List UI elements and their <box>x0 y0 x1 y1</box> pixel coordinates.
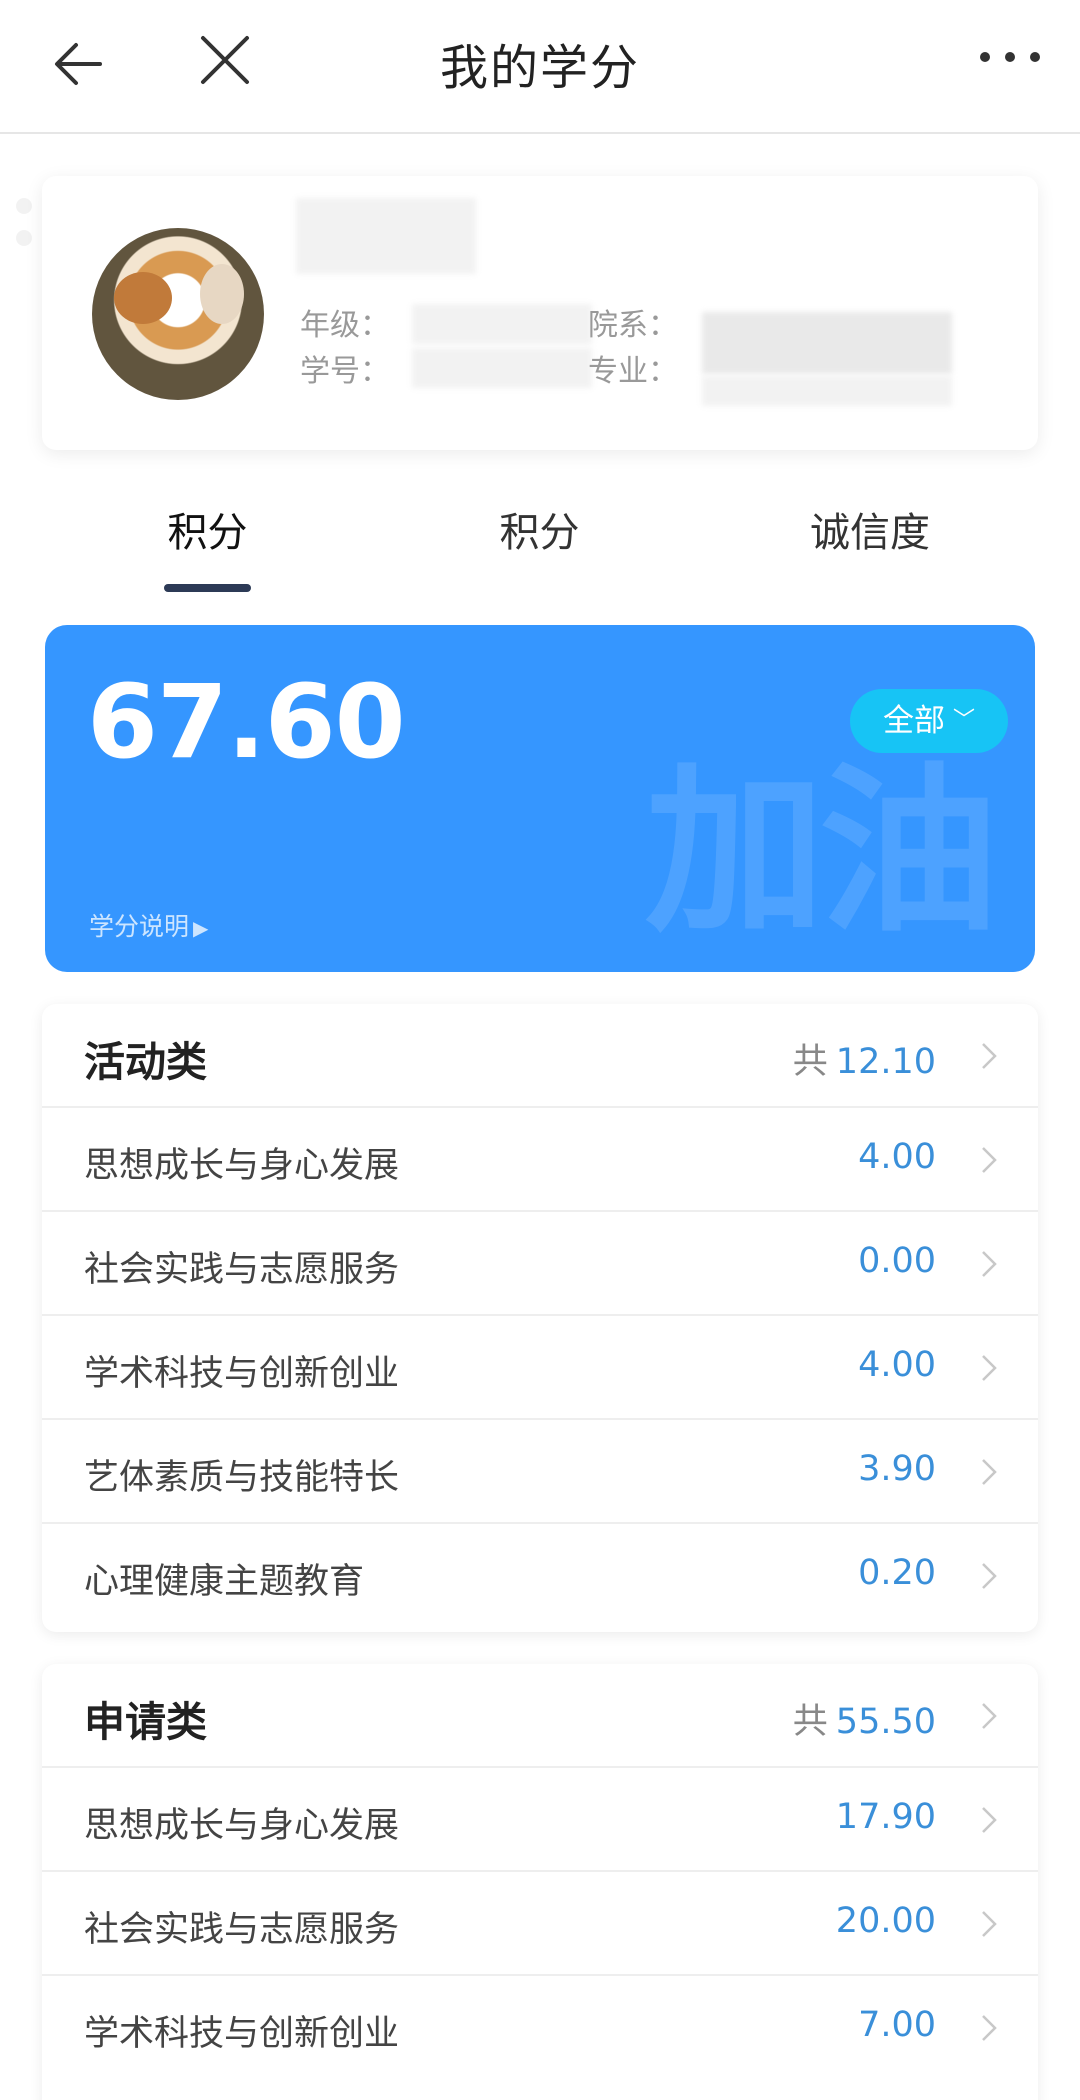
play-triangle-icon: ▶ <box>193 916 209 940</box>
item-value: 3.90 <box>858 1449 936 1489</box>
major-label: 专业： <box>588 354 678 389</box>
tab-integrity[interactable]: 诚信度 <box>770 500 970 558</box>
credit-explanation-label: 学分说明 <box>89 912 190 941</box>
section-total-value: 55.50 <box>835 1702 936 1742</box>
credit-explanation-link[interactable]: 学分说明 ▶ <box>89 907 208 943</box>
chevron-right-icon <box>982 1703 997 1729</box>
item-label: 社会实践与志愿服务 <box>84 1250 400 1290</box>
item-label: 艺体素质与技能特长 <box>84 1458 400 1498</box>
item-label: 思想成长与身心发展 <box>84 1146 400 1186</box>
section-title: 活动类 <box>84 1038 207 1086</box>
item-label: 心理健康主题教育 <box>84 1562 365 1602</box>
item-value: 4.00 <box>858 1345 936 1385</box>
department-label: 院系： <box>588 308 678 343</box>
item-label: 思想成长与身心发展 <box>84 1806 400 1846</box>
list-item[interactable]: 思想成长与身心发展 17.90 <box>42 1768 1038 1872</box>
list-item[interactable]: 学术科技与创新创业 7.00 <box>42 1976 1038 2080</box>
total-score: 67.60 <box>87 663 406 782</box>
list-item[interactable]: 思想成长与身心发展 4.00 <box>42 1108 1038 1212</box>
score-card: 加油 67.60 全部 ﹀ 学分说明 ▶ <box>45 625 1035 972</box>
chevron-right-icon <box>982 1043 997 1069</box>
section-total: 共 55.50 <box>793 1693 936 1744</box>
redacted-name <box>296 198 476 274</box>
chevron-right-icon <box>982 1911 997 1937</box>
total-prefix: 共 <box>792 1702 828 1742</box>
item-value: 17.90 <box>835 1797 936 1837</box>
chevron-down-icon: ﹀ <box>952 708 975 733</box>
redacted-department <box>702 312 952 374</box>
chevron-right-icon <box>982 1251 997 1277</box>
section-total: 共 12.10 <box>793 1033 936 1084</box>
item-label: 学术科技与创新创业 <box>84 2014 400 2054</box>
list-item[interactable]: 学术科技与创新创业 4.00 <box>42 1316 1038 1420</box>
filter-dropdown-button[interactable]: 全部 ﹀ <box>850 689 1008 753</box>
total-prefix: 共 <box>792 1042 828 1082</box>
section-title: 申请类 <box>84 1698 207 1746</box>
redacted-major <box>702 376 952 406</box>
list-item[interactable]: 社会实践与志愿服务 0.00 <box>42 1212 1038 1316</box>
top-navigation-bar: 我的学分 <box>0 0 1080 134</box>
list-item[interactable]: 社会实践与志愿服务 20.00 <box>42 1872 1038 1976</box>
redacted-grade <box>412 304 592 344</box>
chevron-right-icon <box>982 1147 997 1173</box>
chevron-right-icon <box>982 2015 997 2041</box>
section-total-value: 12.10 <box>835 1042 936 1082</box>
redacted-student-id <box>412 348 592 388</box>
item-value: 4.00 <box>858 1137 936 1177</box>
list-item[interactable]: 艺体素质与技能特长 3.90 <box>42 1420 1038 1524</box>
avatar <box>92 228 264 400</box>
section-header-row[interactable]: 申请类 共 55.50 <box>42 1664 1038 1768</box>
list-item[interactable]: 心理健康主题教育 0.20 <box>42 1524 1038 1628</box>
more-options-icon[interactable] <box>975 42 1045 72</box>
activity-section: 活动类 共 12.10 思想成长与身心发展 4.00 社会实践与志愿服务 0.00… <box>42 1004 1038 1632</box>
active-tab-indicator <box>164 584 251 592</box>
chevron-right-icon <box>982 1563 997 1589</box>
filter-label: 全部 <box>882 703 945 739</box>
grade-label: 年级： <box>300 308 390 343</box>
item-value: 0.00 <box>858 1241 936 1281</box>
application-section: 申请类 共 55.50 思想成长与身心发展 17.90 社会实践与志愿服务 20.… <box>42 1664 1038 2100</box>
item-value: 20.00 <box>835 1901 936 1941</box>
item-value: 0.20 <box>858 1553 936 1593</box>
chevron-right-icon <box>982 1807 997 1833</box>
tab-bar: 积分 积分 诚信度 <box>0 470 1080 600</box>
profile-card: 年级： 学号： 院系： 专业： <box>42 176 1038 450</box>
item-label: 社会实践与志愿服务 <box>84 1910 400 1950</box>
tab-points-2[interactable]: 积分 <box>452 500 627 558</box>
item-value: 7.00 <box>858 2005 936 2045</box>
student-id-label: 学号： <box>300 354 390 389</box>
section-header-row[interactable]: 活动类 共 12.10 <box>42 1004 1038 1108</box>
chevron-right-icon <box>982 1459 997 1485</box>
item-label: 学术科技与创新创业 <box>84 1354 400 1394</box>
page-title: 我的学分 <box>439 40 640 96</box>
tab-points-1[interactable]: 积分 <box>120 500 295 558</box>
chevron-right-icon <box>982 1355 997 1381</box>
